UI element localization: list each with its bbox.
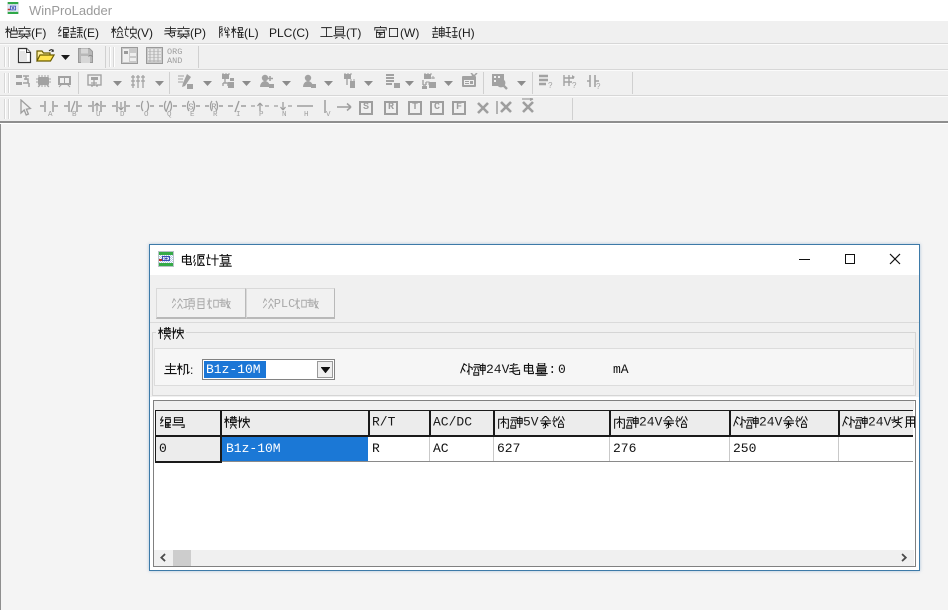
svg-text:?: ? xyxy=(572,81,577,90)
svg-text:?: ? xyxy=(548,81,553,90)
svg-text:?: ? xyxy=(596,82,601,91)
